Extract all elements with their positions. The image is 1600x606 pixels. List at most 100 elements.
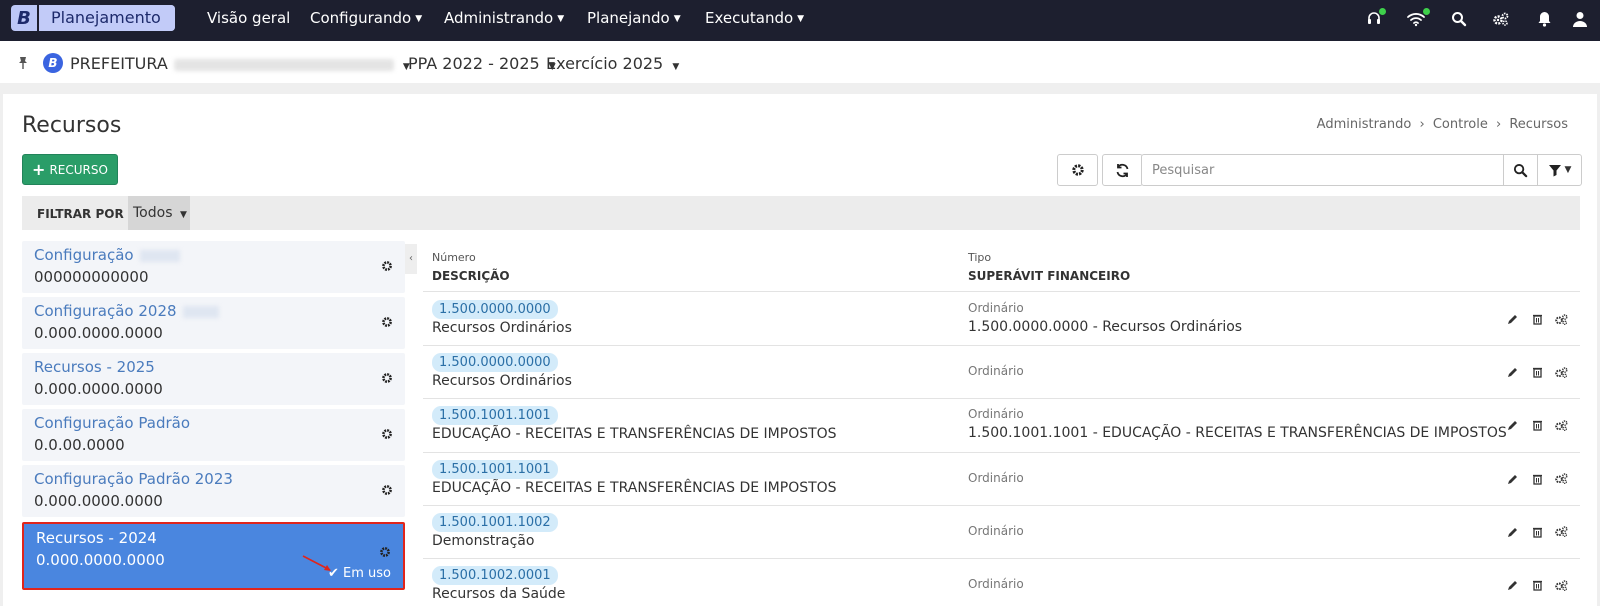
- numero-badge: 1.500.1001.1001: [432, 459, 558, 479]
- exercicio-selector[interactable]: Exercício 2025 ▼: [546, 54, 679, 73]
- cogs-icon[interactable]: [1553, 578, 1569, 592]
- org-logo: B: [43, 53, 63, 73]
- trash-icon[interactable]: [1530, 312, 1544, 326]
- filter-value: Todos: [133, 205, 173, 221]
- col-descricao[interactable]: DESCRIÇÃO: [432, 269, 510, 283]
- online-dot: [1379, 8, 1386, 15]
- numero-badge: 1.500.0000.0000: [432, 300, 558, 319]
- add-recurso-button[interactable]: + RECURSO: [22, 154, 118, 185]
- connection-dot: [1423, 8, 1430, 15]
- edit-icon[interactable]: [1506, 525, 1520, 539]
- config-code: 0.000.0000.0000: [34, 324, 163, 342]
- config-name: Configuração Padrão 2023: [34, 470, 233, 488]
- exercicio-label: Exercício 2025: [546, 54, 664, 73]
- bell-icon[interactable]: [1533, 8, 1555, 30]
- config-item[interactable]: Configuração 2028 0.000.0000.0000: [22, 297, 405, 349]
- breadcrumb-controle[interactable]: Controle: [1433, 117, 1488, 132]
- tipo-cell: Ordinário: [968, 523, 1024, 538]
- gear-icon[interactable]: [381, 316, 393, 328]
- search-icon: [1513, 163, 1528, 177]
- gear-icon[interactable]: [381, 372, 393, 384]
- config-name: Recursos - 2025: [34, 358, 155, 376]
- cogs-icon[interactable]: [1553, 525, 1569, 539]
- nav-administrando[interactable]: Administrando ▼: [444, 0, 564, 41]
- brand-logo: B: [17, 7, 31, 29]
- check-icon: ✔: [327, 566, 339, 581]
- config-item[interactable]: Configuração 000000000000: [22, 241, 405, 293]
- chevron-down-icon: ▼: [557, 14, 565, 24]
- ppa-selector[interactable]: PPA 2022 - 2025 ▼: [408, 54, 556, 73]
- nav-executando[interactable]: Executando ▼: [705, 0, 804, 41]
- gear-icon[interactable]: [381, 260, 393, 272]
- descricao-cell: EDUCAÇÃO - RECEITAS E TRANSFERÊNCIAS DE …: [432, 479, 837, 496]
- descricao-cell: Recursos Ordinários: [432, 373, 572, 390]
- config-item[interactable]: Configuração Padrão 0.0.00.0000: [22, 409, 405, 461]
- nav-visao-geral[interactable]: Visão geral: [207, 0, 290, 41]
- blurred-text: [182, 305, 219, 318]
- user-icon[interactable]: [1569, 8, 1591, 30]
- chevron-down-icon: ▼: [179, 210, 187, 220]
- gear-icon[interactable]: [381, 428, 393, 440]
- config-code: 0.000.0000.0000: [36, 551, 165, 569]
- chevron-right-icon: ›: [1419, 117, 1425, 132]
- descricao-cell: Recursos da Saúde: [432, 586, 566, 602]
- col-superavit[interactable]: SUPERÁVIT FINANCEIRO: [968, 269, 1130, 283]
- nav-planejando[interactable]: Planejando ▼: [587, 0, 681, 41]
- descricao-cell: Demonstração: [432, 532, 535, 549]
- filter-label: FILTRAR POR: [37, 207, 124, 221]
- plus-icon: +: [32, 160, 46, 179]
- trash-icon[interactable]: [1530, 365, 1544, 379]
- in-use-badge: ✔ Em uso: [328, 566, 391, 581]
- edit-icon[interactable]: [1506, 365, 1520, 379]
- config-name: Configuração: [34, 246, 134, 264]
- descricao-cell: Recursos Ordinários: [432, 320, 572, 336]
- trash-icon[interactable]: [1530, 418, 1544, 432]
- config-name: Configuração Padrão: [34, 414, 190, 432]
- config-code: 0.0.00.0000: [34, 436, 125, 454]
- col-tipo[interactable]: Tipo: [968, 251, 991, 264]
- search-input[interactable]: [1141, 154, 1504, 186]
- wifi-icon[interactable]: [1405, 8, 1430, 30]
- cogs-icon[interactable]: [1553, 312, 1569, 326]
- config-item[interactable]: Configuração Padrão 2023 0.000.0000.0000: [22, 465, 405, 517]
- trash-icon[interactable]: [1530, 525, 1544, 539]
- col-numero[interactable]: Número: [432, 251, 476, 264]
- nav-configurando[interactable]: Configurando ▼: [310, 0, 422, 41]
- gear-icon[interactable]: [379, 546, 391, 558]
- search-icon[interactable]: [1448, 8, 1470, 30]
- chevron-down-icon: ▼: [797, 14, 805, 24]
- filter-dropdown-button[interactable]: ▼: [1537, 154, 1582, 186]
- cogs-icon[interactable]: [1553, 365, 1569, 379]
- descricao-cell: EDUCAÇÃO - RECEITAS E TRANSFERÊNCIAS DE …: [432, 426, 837, 443]
- cogs-icon[interactable]: [1553, 418, 1569, 432]
- trash-icon[interactable]: [1530, 578, 1544, 592]
- tipo-cell: Ordinário: [968, 407, 1024, 422]
- settings-button[interactable]: [1057, 154, 1098, 186]
- cogs-icon[interactable]: [1553, 472, 1569, 486]
- org-selector[interactable]: PREFEITURA ▼: [70, 54, 410, 73]
- config-item-selected[interactable]: Recursos - 2024 0.000.0000.0000 ✔ Em uso: [22, 522, 405, 590]
- chevron-down-icon: ▼: [1564, 165, 1572, 175]
- numero-badge: 1.500.1001.1001: [432, 406, 558, 426]
- search-button[interactable]: [1503, 154, 1538, 186]
- edit-icon[interactable]: [1506, 578, 1520, 592]
- breadcrumb-recursos: Recursos: [1509, 117, 1568, 132]
- gear-icon[interactable]: [381, 484, 393, 496]
- breadcrumb-administrando[interactable]: Administrando: [1317, 117, 1412, 132]
- edit-icon[interactable]: [1506, 472, 1520, 486]
- divider: [423, 451, 1580, 453]
- trash-icon[interactable]: [1530, 472, 1544, 486]
- filter-icon: [1548, 165, 1561, 177]
- config-item[interactable]: Recursos - 2025 0.000.0000.0000: [22, 353, 405, 405]
- filter-select[interactable]: Todos ▼: [128, 196, 190, 230]
- collapse-panel-button[interactable]: ‹: [405, 244, 417, 274]
- pin-icon[interactable]: [17, 55, 29, 74]
- config-code: 0.000.0000.0000: [34, 492, 163, 510]
- headset-icon[interactable]: [1363, 8, 1386, 30]
- cogs-icon[interactable]: [1490, 8, 1512, 30]
- refresh-button[interactable]: [1102, 154, 1143, 186]
- edit-icon[interactable]: [1506, 418, 1520, 432]
- edit-icon[interactable]: [1506, 312, 1520, 326]
- divider: [423, 398, 1580, 400]
- app-brand[interactable]: B Planejamento: [11, 5, 175, 31]
